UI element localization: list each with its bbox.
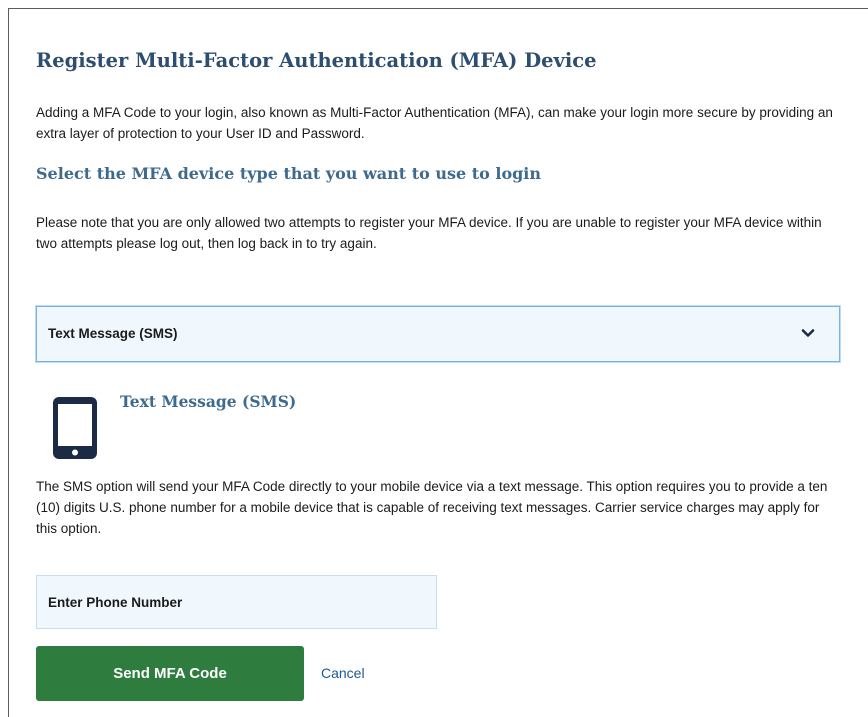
device-info: Text Message (SMS) — [36, 389, 842, 464]
intro-text: Adding a MFA Code to your login, also kn… — [36, 105, 833, 141]
phone-number-input[interactable] — [36, 575, 437, 629]
page-frame: Register Multi-Factor Authentication (MF… — [8, 8, 868, 717]
sms-description: The SMS option will send your MFA Code d… — [36, 479, 828, 536]
cancel-link[interactable]: Cancel — [321, 665, 365, 681]
chevron-down-icon — [801, 329, 815, 337]
device-type-selected-value: Text Message (SMS) — [48, 326, 178, 341]
device-type-select[interactable]: Text Message (SMS) — [36, 306, 840, 362]
send-mfa-code-button[interactable]: Send MFA Code — [36, 646, 304, 701]
mobile-phone-icon — [53, 397, 97, 459]
page-title: Register Multi-Factor Authentication (MF… — [36, 49, 597, 72]
device-title: Text Message (SMS) — [120, 392, 297, 411]
attempts-note: Please note that you are only allowed tw… — [36, 215, 822, 251]
device-type-heading: Select the MFA device type that you want… — [36, 164, 542, 183]
